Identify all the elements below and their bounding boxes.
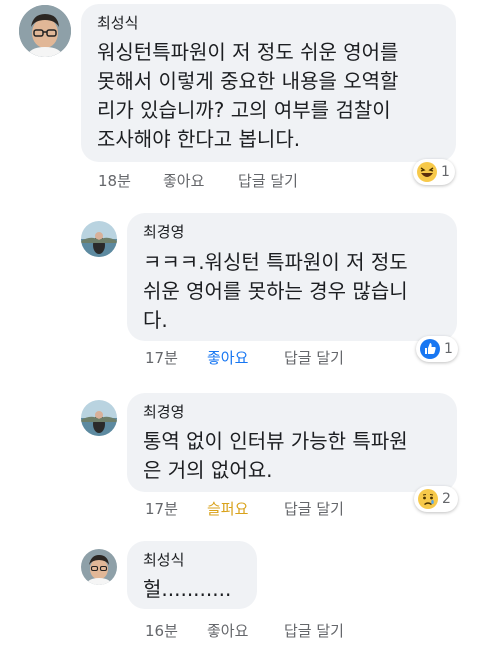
thumbs-up-icon — [420, 339, 440, 359]
comment-text: 워싱턴특파원이 저 정도 쉬운 영어를 못해서 이렇게 중요한 내용을 오역할 … — [97, 38, 398, 154]
avatar[interactable] — [81, 549, 117, 585]
comment-bubble — [127, 541, 257, 609]
comment-meta: 17분 슬퍼요 답글 달기 — [0, 498, 480, 518]
comment-bubble — [127, 393, 457, 492]
comment-text-line: 리가 있습니까? 고의 여부를 검찰이 — [97, 98, 391, 122]
timestamp[interactable]: 17분 — [145, 347, 178, 368]
like-button[interactable]: 좋아요 — [207, 620, 248, 641]
like-button[interactable]: 슬퍼요 — [207, 498, 248, 519]
comment-bubble — [127, 213, 457, 341]
comment-meta: 18분 좋아요 답글 달기 — [0, 170, 480, 190]
comment-text-line: ㅋㅋㅋ.워싱턴 특파원이 저 정도 — [143, 250, 408, 274]
comment-text-line: 못해서 이렇게 중요한 내용을 오역할 — [97, 69, 399, 93]
comment-author[interactable]: 최성식 — [97, 12, 138, 33]
comment-text-line: 통역 없이 인터뷰 가능한 특파원 — [143, 429, 408, 453]
avatar[interactable] — [19, 5, 71, 57]
avatar[interactable] — [81, 221, 117, 257]
reaction-count: 2 — [442, 491, 451, 507]
comment-text-line: 은 거의 없어요. — [143, 458, 273, 482]
comment-text-line: 워싱턴특파원이 저 정도 쉬운 영어를 — [97, 40, 399, 64]
comment-author[interactable]: 최경영 — [143, 401, 184, 422]
comment-text-line: 헐........... — [143, 577, 232, 601]
reply-button[interactable]: 답글 달기 — [284, 347, 344, 368]
comment-text: 통역 없이 인터뷰 가능한 특파원 은 거의 없어요. — [143, 427, 408, 485]
comment-meta: 16분 좋아요 답글 달기 — [0, 620, 480, 640]
comment-text-line: 다. — [143, 308, 168, 332]
timestamp[interactable]: 16분 — [145, 620, 178, 641]
comment-meta: 17분 좋아요 답글 달기 — [0, 347, 480, 367]
sad-emoji-icon — [418, 489, 438, 509]
timestamp[interactable]: 18분 — [98, 170, 131, 191]
comment-text-line: 쉬운 영어를 못하는 경우 많습니 — [143, 279, 408, 303]
like-button[interactable]: 좋아요 — [207, 347, 248, 368]
comment-1: 최성식 워싱턴특파원이 저 정도 쉬운 영어를 못해서 이렇게 중요한 내용을 … — [0, 0, 480, 200]
timestamp[interactable]: 17분 — [145, 498, 178, 519]
like-button[interactable]: 좋아요 — [163, 170, 204, 191]
laughing-emoji-icon — [417, 162, 437, 182]
reaction-count: 1 — [441, 164, 450, 180]
reaction-count: 1 — [444, 341, 453, 357]
comment-text: 헐........... — [143, 575, 231, 604]
avatar[interactable] — [81, 400, 117, 436]
comment-author[interactable]: 최성식 — [143, 549, 184, 570]
comment-text: ㅋㅋㅋ.워싱턴 특파원이 저 정도 쉬운 영어를 못하는 경우 많습니 다. — [143, 248, 408, 335]
comment-author[interactable]: 최경영 — [143, 221, 184, 242]
reaction-badge[interactable]: 1 — [416, 336, 458, 362]
reaction-badge[interactable]: 1 — [413, 159, 455, 185]
reply-button[interactable]: 답글 달기 — [284, 620, 344, 641]
reply-button[interactable]: 답글 달기 — [284, 498, 344, 519]
reaction-badge[interactable]: 2 — [414, 486, 458, 512]
comment-text-line: 조사해야 한다고 봅니다. — [97, 127, 301, 151]
reply-button[interactable]: 답글 달기 — [238, 170, 298, 191]
